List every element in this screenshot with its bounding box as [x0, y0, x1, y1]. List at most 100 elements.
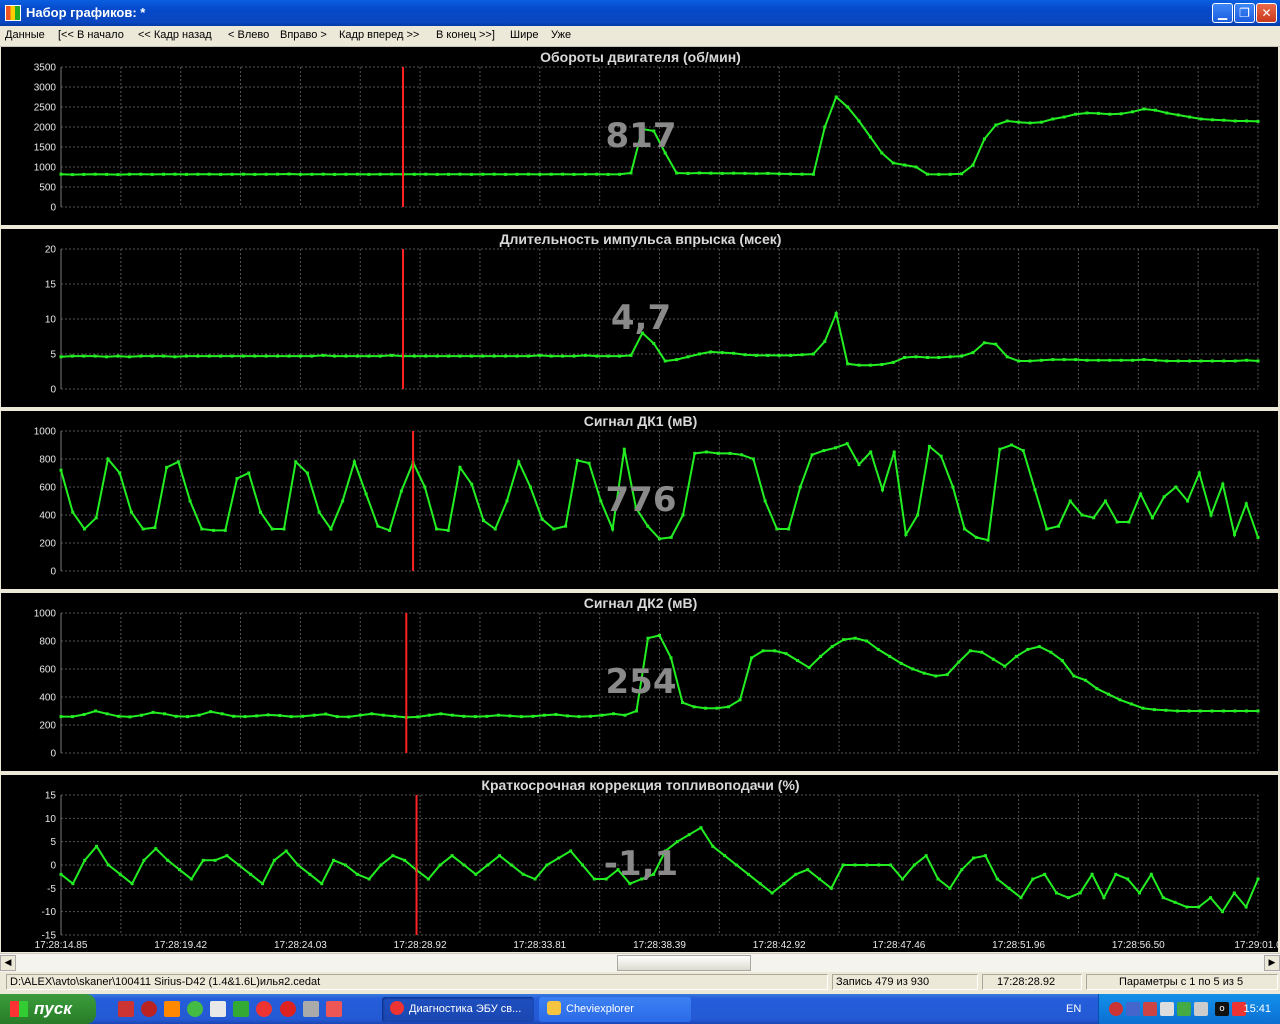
data-point [1173, 900, 1177, 904]
language-indicator[interactable]: EN [1066, 1003, 1081, 1015]
data-point [1051, 117, 1055, 121]
data-point [1142, 358, 1146, 362]
x-tick-label: 17:28:51.96 [992, 940, 1045, 951]
quicklaunch-chrome-icon[interactable] [187, 1001, 203, 1017]
data-point [1233, 709, 1237, 713]
data-point [934, 674, 938, 678]
data-point [761, 649, 765, 653]
data-point [1017, 120, 1021, 124]
close-button[interactable]: ✕ [1256, 3, 1277, 23]
data-point [1197, 471, 1201, 475]
taskbar-item-diagnostics[interactable]: Диагностика ЭБУ св... [382, 997, 534, 1022]
chart-panel-injection[interactable]: Длительность импульса впрыска (мсек) 20 15… [1, 229, 1278, 407]
quicklaunch-app-icon[interactable] [118, 1001, 134, 1017]
quicklaunch-opera2-icon[interactable] [256, 1001, 272, 1017]
quicklaunch-media-icon[interactable] [164, 1001, 180, 1017]
minimize-button[interactable]: ▁ [1212, 3, 1233, 23]
data-point [595, 172, 599, 176]
data-point [253, 172, 257, 176]
data-point [178, 868, 182, 872]
data-point [289, 715, 293, 719]
horizontal-scrollbar[interactable]: ◀ ▶ [0, 953, 1280, 972]
data-point [1007, 886, 1011, 890]
data-point [868, 363, 872, 367]
quicklaunch-tool-icon[interactable] [233, 1001, 249, 1017]
data-point [709, 171, 713, 175]
restore-button[interactable]: ❐ [1234, 3, 1255, 23]
data-point [196, 354, 200, 358]
chart-panel-fuel-trim[interactable]: Краткосрочная коррекция топливоподачи (%… [1, 775, 1278, 952]
data-point [1222, 118, 1226, 122]
data-point [504, 354, 508, 358]
data-point [426, 877, 430, 881]
taskbar-item-cheviexplorer[interactable]: Cheviexplorer [539, 997, 691, 1022]
scroll-left-button[interactable]: ◀ [0, 955, 16, 971]
data-point [846, 105, 850, 109]
y-tick-label: 1000 [34, 163, 57, 174]
menu-wider[interactable]: Шире [510, 29, 538, 41]
tray-antivirus-icon[interactable] [1143, 1002, 1157, 1016]
quicklaunch-explorer-icon[interactable] [210, 1001, 226, 1017]
data-point [948, 886, 952, 890]
quicklaunch-opera3-icon[interactable] [280, 1001, 296, 1017]
data-point [508, 714, 512, 718]
start-button[interactable]: пуск [0, 994, 96, 1024]
data-point [333, 354, 337, 358]
tray-pen-icon[interactable] [1177, 1002, 1191, 1016]
data-point [1057, 524, 1060, 528]
tray-device-icon[interactable] [1194, 1002, 1208, 1016]
menu-left[interactable]: < Влево [228, 29, 269, 41]
data-point [968, 649, 972, 653]
data-point [341, 499, 345, 503]
data-point [798, 485, 802, 489]
data-point [829, 886, 833, 890]
chart-fuel-trim: Краткосрочная коррекция топливоподачи (%… [35, 777, 1278, 951]
data-point [545, 863, 549, 867]
chart-area[interactable]: Обороты двигателя (об/мин) 3500 3000 2500 20… [0, 47, 1280, 952]
chart-app-icon[interactable] [5, 5, 21, 21]
tray-opera-icon[interactable] [1109, 1002, 1123, 1016]
data-point [1210, 709, 1214, 713]
data-point [936, 877, 940, 881]
data-point [1092, 516, 1096, 520]
data-point [580, 863, 584, 867]
chart-panel-o2-sensor-1[interactable]: Сигнал ДК1 (мВ) 1000 800 600 400 200 0 776 [1, 411, 1278, 589]
data-point [266, 713, 270, 717]
scroll-right-button[interactable]: ▶ [1264, 955, 1280, 971]
chart-panel-rpm[interactable]: Обороты двигателя (об/мин) 3500 3000 2500 20… [1, 47, 1278, 225]
data-point [163, 712, 167, 716]
menu-frame-back[interactable]: << Кадр назад [138, 29, 212, 41]
data-point [720, 171, 724, 175]
tray-network-icon[interactable] [1126, 1002, 1140, 1016]
menu-data[interactable]: Данные [5, 29, 45, 41]
data-point [515, 354, 519, 358]
menu-right[interactable]: Вправо > [280, 29, 327, 41]
quicklaunch-calc-icon[interactable] [303, 1001, 319, 1017]
data-point [220, 712, 224, 716]
data-point [531, 714, 535, 718]
menu-to-start[interactable]: [<< В начало [58, 29, 124, 41]
data-point [675, 171, 679, 175]
quicklaunch-app2-icon[interactable] [326, 1001, 342, 1017]
tray-volume-icon[interactable] [1160, 1002, 1174, 1016]
quicklaunch-opera-icon[interactable] [141, 1001, 157, 1017]
scroll-thumb[interactable] [617, 955, 751, 971]
data-point [900, 877, 904, 881]
data-point [1028, 359, 1032, 363]
data-point [1244, 502, 1248, 506]
chart-panel-o2-sensor-2[interactable]: Сигнал ДК2 (мВ) 1000 800 600 400 200 0 254 [1, 593, 1278, 771]
data-point [130, 882, 134, 886]
data-point [95, 844, 99, 848]
data-point [378, 172, 382, 176]
data-point [1108, 358, 1112, 362]
menu-frame-forward[interactable]: Кадр вперед >> [339, 29, 419, 41]
close-icon: ✕ [1261, 6, 1272, 20]
menu-to-end[interactable]: В конец >>] [436, 29, 495, 41]
tray-o-icon[interactable]: o [1215, 1002, 1229, 1016]
taskbar: пуск Диагностика ЭБУ св... Cheviexplorer… [0, 994, 1280, 1024]
y-tick-label: 0 [50, 567, 56, 578]
arrow-right-icon: ▶ [1268, 958, 1276, 968]
data-point [260, 882, 264, 886]
menu-narrower[interactable]: Уже [551, 29, 571, 41]
data-point [817, 877, 821, 881]
